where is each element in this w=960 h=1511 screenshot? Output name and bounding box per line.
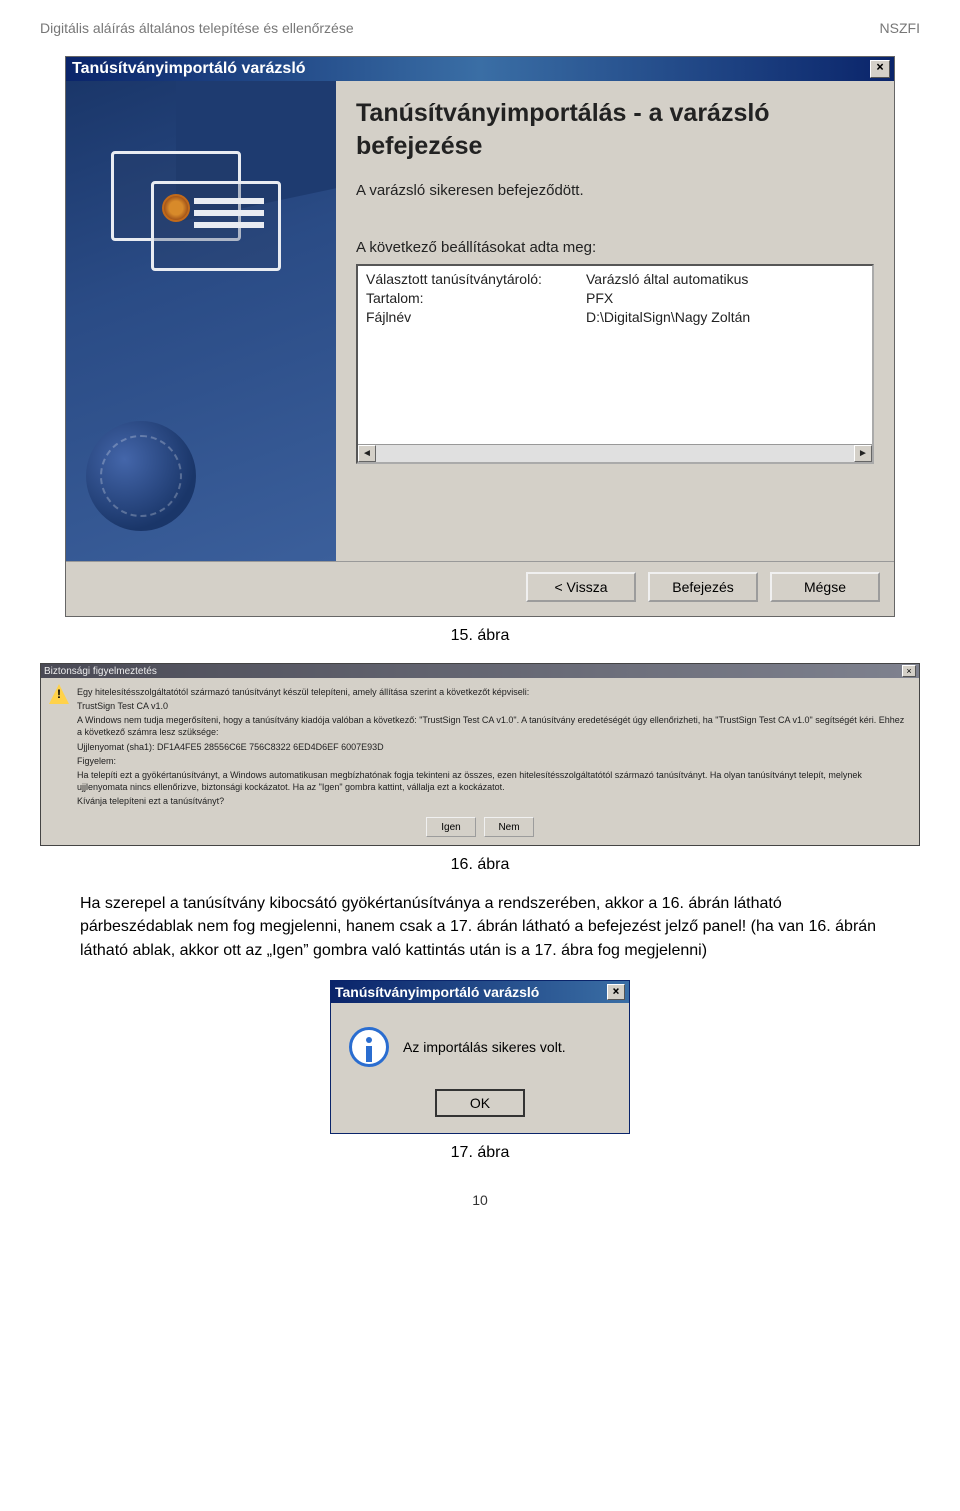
- security-message-text: Egy hitelesítésszolgáltatótól származó t…: [77, 684, 911, 809]
- msgbox-title-text: Tanúsítványimportáló varázsló: [335, 984, 607, 1000]
- security-warning-dialog: Biztonsági figyelmeztetés × Egy hitelesí…: [40, 663, 920, 846]
- security-titlebar: Biztonsági figyelmeztetés ×: [41, 664, 919, 678]
- wizard-heading: Tanúsítványimportálás - a varázsló befej…: [356, 97, 874, 162]
- wizard-button-row: < Vissza Befejezés Mégse: [66, 561, 894, 616]
- horizontal-scrollbar[interactable]: ◄ ►: [358, 444, 872, 462]
- close-icon[interactable]: ×: [607, 984, 625, 1000]
- msgbox-titlebar: Tanúsítványimportáló varázsló ×: [331, 981, 629, 1003]
- security-line: A Windows nem tudja megerősíteni, hogy a…: [77, 714, 911, 738]
- info-icon: [349, 1027, 389, 1067]
- figure-caption-17: 17. ábra: [40, 1144, 920, 1162]
- scroll-left-icon[interactable]: ◄: [358, 445, 376, 462]
- security-title-text: Biztonsági figyelmeztetés: [44, 666, 902, 677]
- setting-key: Fájlnév: [366, 308, 586, 327]
- setting-value: PFX: [586, 289, 864, 308]
- doc-header-right: NSZFI: [880, 20, 920, 36]
- security-line: Egy hitelesítésszolgáltatótól származó t…: [77, 686, 911, 698]
- setting-value: D:\DigitalSign\Nagy Zoltán: [586, 308, 864, 327]
- security-line: Kívánja telepíteni ezt a tanúsítványt?: [77, 795, 911, 807]
- close-icon[interactable]: ×: [870, 60, 890, 78]
- no-button[interactable]: Nem: [484, 817, 534, 837]
- wizard-title-text: Tanúsítványimportáló varázsló: [70, 60, 870, 78]
- msgbox-text: Az importálás sikeres volt.: [403, 1039, 566, 1055]
- figure-caption-15: 15. ábra: [40, 627, 920, 645]
- security-line: Ha telepíti ezt a gyökértanúsítványt, a …: [77, 769, 911, 793]
- msgbox-button-row: OK: [331, 1083, 629, 1133]
- wizard-titlebar: Tanúsítványimportáló varázsló ×: [66, 57, 894, 81]
- security-button-row: Igen Nem: [41, 813, 919, 845]
- list-item: Választott tanúsítványtároló: Varázsló á…: [358, 270, 872, 289]
- certificate-icon: [111, 151, 281, 276]
- wizard-side-graphic: [66, 81, 336, 561]
- security-line: Ujjlenyomat (sha1): DF1A4FE5 28556C6E 75…: [77, 741, 911, 753]
- setting-key: Választott tanúsítványtároló:: [366, 270, 586, 289]
- setting-value: Varázsló által automatikus: [586, 270, 864, 289]
- ok-button[interactable]: OK: [435, 1089, 525, 1117]
- scroll-right-icon[interactable]: ►: [854, 445, 872, 462]
- yes-button[interactable]: Igen: [426, 817, 476, 837]
- finish-button[interactable]: Befejezés: [648, 572, 758, 602]
- back-button[interactable]: < Vissza: [526, 572, 636, 602]
- list-item: Fájlnév D:\DigitalSign\Nagy Zoltán: [358, 308, 872, 327]
- wizard-settings-intro: A következő beállításokat adta meg:: [356, 239, 874, 256]
- seal-icon: [86, 421, 196, 531]
- body-paragraph: Ha szerepel a tanúsítvány kibocsátó gyök…: [80, 892, 880, 962]
- page-number: 10: [40, 1192, 920, 1208]
- security-line: Figyelem:: [77, 755, 911, 767]
- cert-import-wizard-dialog: Tanúsítványimportáló varázsló × Tanúsítv…: [65, 56, 895, 617]
- security-line: TrustSign Test CA v1.0: [77, 700, 911, 712]
- close-icon[interactable]: ×: [902, 665, 916, 677]
- scrollbar-track[interactable]: [376, 445, 854, 462]
- list-item: Tartalom: PFX: [358, 289, 872, 308]
- doc-header-left: Digitális aláírás általános telepítése é…: [40, 20, 354, 36]
- wizard-settings-rows: Választott tanúsítványtároló: Varázsló á…: [358, 266, 872, 444]
- wizard-settings-listbox: Választott tanúsítványtároló: Varázsló á…: [356, 264, 874, 464]
- import-success-dialog: Tanúsítványimportáló varázsló × Az impor…: [330, 980, 630, 1134]
- figure-caption-16: 16. ábra: [40, 856, 920, 874]
- wizard-main-panel: Tanúsítványimportálás - a varázsló befej…: [336, 81, 894, 561]
- warning-icon: [49, 684, 69, 704]
- cancel-button[interactable]: Mégse: [770, 572, 880, 602]
- document-header: Digitális aláírás általános telepítése é…: [40, 20, 920, 36]
- wizard-complete-text: A varázsló sikeresen befejeződött.: [356, 182, 874, 199]
- setting-key: Tartalom:: [366, 289, 586, 308]
